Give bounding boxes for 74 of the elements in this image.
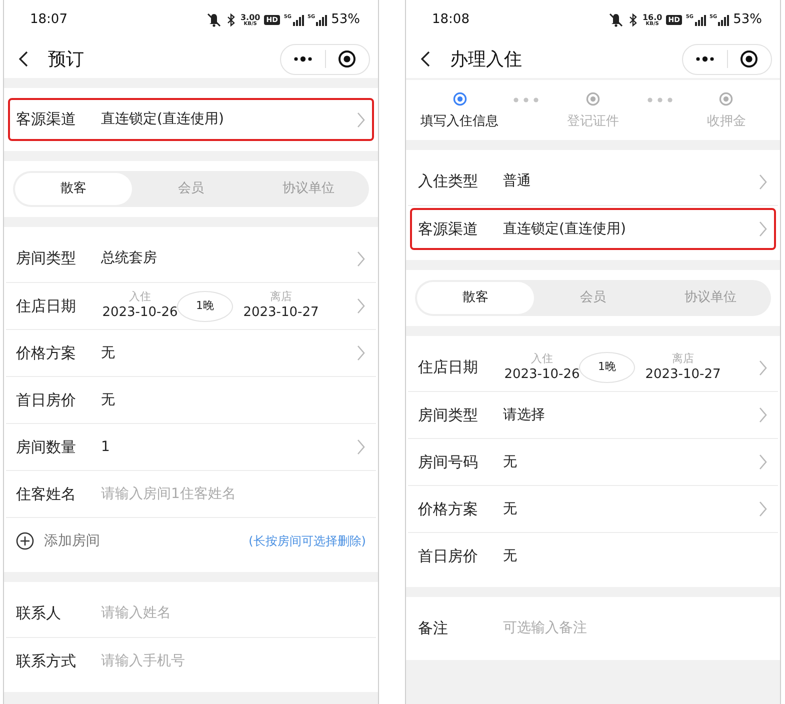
field-value[interactable]: 无 [101, 390, 366, 410]
status-time: 18:07 [30, 11, 68, 30]
field-value[interactable]: 直连锁定(直连使用) [101, 109, 356, 130]
checkin-date[interactable]: 2023-10-26 [102, 304, 178, 322]
network-speed: 3.00 [240, 14, 260, 22]
signal-icon [694, 14, 706, 26]
field-label: 客源渠道 [16, 109, 77, 130]
field-label: 房间类型 [418, 404, 479, 426]
field-label: 住店日期 [418, 357, 479, 378]
step-label: 填写入住信息 [420, 113, 499, 131]
field-value[interactable]: 总统套房 [101, 248, 356, 269]
input-field[interactable]: 可选输入备注 [503, 618, 768, 639]
field-label: 联系人 [16, 603, 62, 624]
field-value[interactable]: 无 [101, 342, 356, 364]
field-label: 房间号码 [418, 452, 479, 473]
step-label: 登记证件 [566, 113, 619, 131]
checkout-date[interactable]: 2023-10-27 [645, 366, 721, 384]
field-value[interactable]: 无 [503, 546, 768, 566]
back-icon [420, 51, 431, 67]
input-field[interactable]: 请输入手机号 [101, 650, 366, 672]
field-label: 价格方案 [418, 498, 479, 520]
battery-level: 53% [733, 11, 762, 30]
page-title: 预订 [48, 48, 84, 72]
input-field[interactable]: 请输入姓名 [101, 603, 366, 624]
input-field[interactable]: 请输入房间1住客姓名 [101, 484, 366, 504]
date-caption: 离店 [672, 352, 694, 366]
add-room-button[interactable]: 添加房间 [44, 530, 100, 552]
field-value[interactable]: 普通 [503, 171, 758, 192]
date-caption: 入住 [531, 352, 553, 366]
field-value[interactable]: 直连锁定(直连使用) [503, 218, 758, 240]
bluetooth-icon [628, 13, 638, 27]
hint-text: (长按房间可选择删除) [248, 533, 366, 550]
checkin-date[interactable]: 2023-10-26 [504, 366, 580, 384]
battery-level: 53% [331, 11, 360, 30]
segment-tab[interactable]: 散客 [15, 173, 132, 205]
field-label: 联系方式 [16, 650, 77, 672]
step-label: 收押金 [706, 113, 746, 131]
checkout-date[interactable]: 2023-10-27 [243, 304, 319, 322]
field-label: 房间数量 [16, 436, 77, 458]
nights-badge: 1晚 [579, 352, 635, 383]
target-icon [740, 50, 758, 68]
signal-icon [316, 14, 328, 26]
field-value[interactable]: 请选择 [503, 404, 758, 426]
date-caption: 入住 [129, 290, 151, 304]
signal-icon [292, 14, 304, 26]
field-label: 备注 [418, 618, 449, 640]
field-label: 住店日期 [16, 296, 77, 317]
more-icon [292, 55, 313, 63]
signal-icon [718, 14, 730, 26]
muted-bell-icon [206, 12, 222, 28]
status-time: 18:08 [432, 11, 470, 30]
field-label: 首日房价 [418, 546, 479, 567]
muted-bell-icon [608, 12, 624, 28]
back-icon [18, 51, 29, 67]
more-icon [694, 55, 715, 63]
segment-tab[interactable]: 散客 [417, 282, 534, 314]
field-value[interactable]: 1 [101, 436, 356, 458]
bluetooth-icon [226, 13, 236, 27]
field-label: 入住类型 [418, 171, 479, 192]
network-speed: 16.0 [642, 14, 662, 22]
field-label: 客源渠道 [418, 218, 479, 240]
nights-badge: 1晚 [177, 290, 233, 322]
date-caption: 离店 [270, 290, 292, 304]
field-label: 首日房价 [16, 390, 77, 411]
field-value[interactable]: 无 [503, 452, 758, 472]
plus-circle-icon [16, 532, 34, 550]
field-value[interactable]: 无 [503, 498, 758, 520]
field-label: 价格方案 [16, 342, 77, 364]
ellipsis-icon [646, 97, 673, 103]
target-icon [338, 50, 356, 68]
page-title: 办理入住 [450, 48, 522, 72]
field-label: 房间类型 [16, 248, 77, 270]
ellipsis-icon [513, 97, 540, 103]
field-label: 住客姓名 [16, 484, 77, 505]
